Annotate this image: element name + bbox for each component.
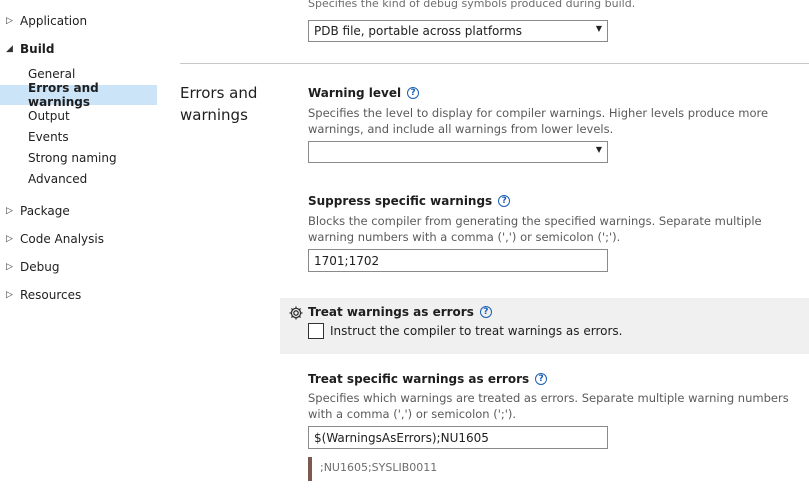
triangle-right-icon: ▷: [6, 206, 13, 216]
help-circle-icon[interactable]: ?: [498, 195, 511, 207]
sidebar-item-label: Code Analysis: [20, 232, 104, 246]
treat-warnings-label-text: Treat warnings as errors: [308, 305, 474, 319]
sidebar-item-application[interactable]: ▷ Application: [6, 12, 87, 30]
triangle-right-icon: ▷: [6, 290, 13, 300]
warning-level-label-text: Warning level: [308, 86, 402, 100]
suppress-warnings-input[interactable]: 1701;1702: [308, 249, 608, 272]
treat-warnings-checkbox[interactable]: [308, 323, 324, 339]
sidebar-item-errors-and-warnings[interactable]: Errors and warnings: [0, 81, 157, 109]
sidebar-item-package[interactable]: ▷ Package: [6, 202, 70, 220]
suppress-warnings-label-text: Suppress specific warnings: [308, 194, 493, 208]
sidebar-item-label: Build: [20, 42, 55, 56]
treat-specific-warnings-input[interactable]: $(WarningsAsErrors);NU1605: [308, 426, 608, 449]
treat-specific-warnings-label-text: Treat specific warnings as errors: [308, 372, 530, 386]
debug-symbols-select[interactable]: PDB file, portable across platforms ▼: [308, 20, 608, 42]
sidebar-item-resources[interactable]: ▷ Resources: [6, 286, 81, 304]
triangle-right-icon: ▷: [6, 234, 13, 244]
help-circle-icon[interactable]: ?: [479, 306, 492, 318]
section-divider: [180, 63, 809, 64]
debug-symbols-description: Specifies the kind of debug symbols prod…: [308, 0, 636, 10]
sidebar-item-code-analysis[interactable]: ▷ Code Analysis: [6, 230, 104, 248]
evaluated-value: ;NU1605;SYSLIB0011: [320, 461, 438, 474]
sidebar-item-events[interactable]: Events: [0, 127, 157, 147]
property-sidebar: ▷ Application ◢ Build General Errors and…: [0, 0, 160, 492]
suppress-warnings-label: Suppress specific warnings ?: [308, 194, 511, 208]
sidebar-item-advanced[interactable]: Advanced: [0, 169, 157, 189]
triangle-right-icon: ▷: [6, 262, 13, 272]
help-circle-icon[interactable]: ?: [407, 87, 420, 99]
suppress-warnings-description: Blocks the compiler from generating the …: [308, 214, 762, 244]
warning-level-label: Warning level ?: [308, 86, 420, 100]
treat-specific-warnings-label: Treat specific warnings as errors ?: [308, 372, 548, 386]
treat-warnings-checkbox-label[interactable]: Instruct the compiler to treat warnings …: [330, 323, 622, 339]
sidebar-item-build[interactable]: ◢ Build: [6, 40, 55, 58]
treat-specific-warnings-description: Specifies which warnings are treated as …: [308, 391, 789, 421]
chevron-down-icon: ▼: [595, 145, 602, 154]
chevron-down-icon: ▼: [595, 24, 602, 33]
section-title: Errors and warnings: [180, 84, 258, 124]
triangle-right-icon: ▷: [6, 16, 13, 26]
sidebar-item-label: Debug: [20, 260, 60, 274]
warning-level-select[interactable]: ▼: [308, 141, 608, 163]
sidebar-item-label: Package: [20, 204, 70, 218]
sidebar-item-label: Resources: [20, 288, 82, 302]
sidebar-item-strong-naming[interactable]: Strong naming: [0, 148, 157, 168]
triangle-down-icon: ◢: [6, 44, 13, 54]
sidebar-item-output[interactable]: Output: [0, 106, 157, 126]
debug-symbols-value: PDB file, portable across platforms: [314, 24, 523, 38]
treat-warnings-label: Treat warnings as errors ?: [308, 305, 492, 319]
evaluated-value-bar: [308, 457, 312, 481]
sidebar-item-debug[interactable]: ▷ Debug: [6, 258, 59, 276]
help-circle-icon[interactable]: ?: [535, 373, 548, 385]
sidebar-item-label: Application: [20, 14, 88, 28]
gear-icon[interactable]: [288, 305, 304, 321]
warning-level-description: Specifies the level to display for compi…: [308, 106, 769, 136]
